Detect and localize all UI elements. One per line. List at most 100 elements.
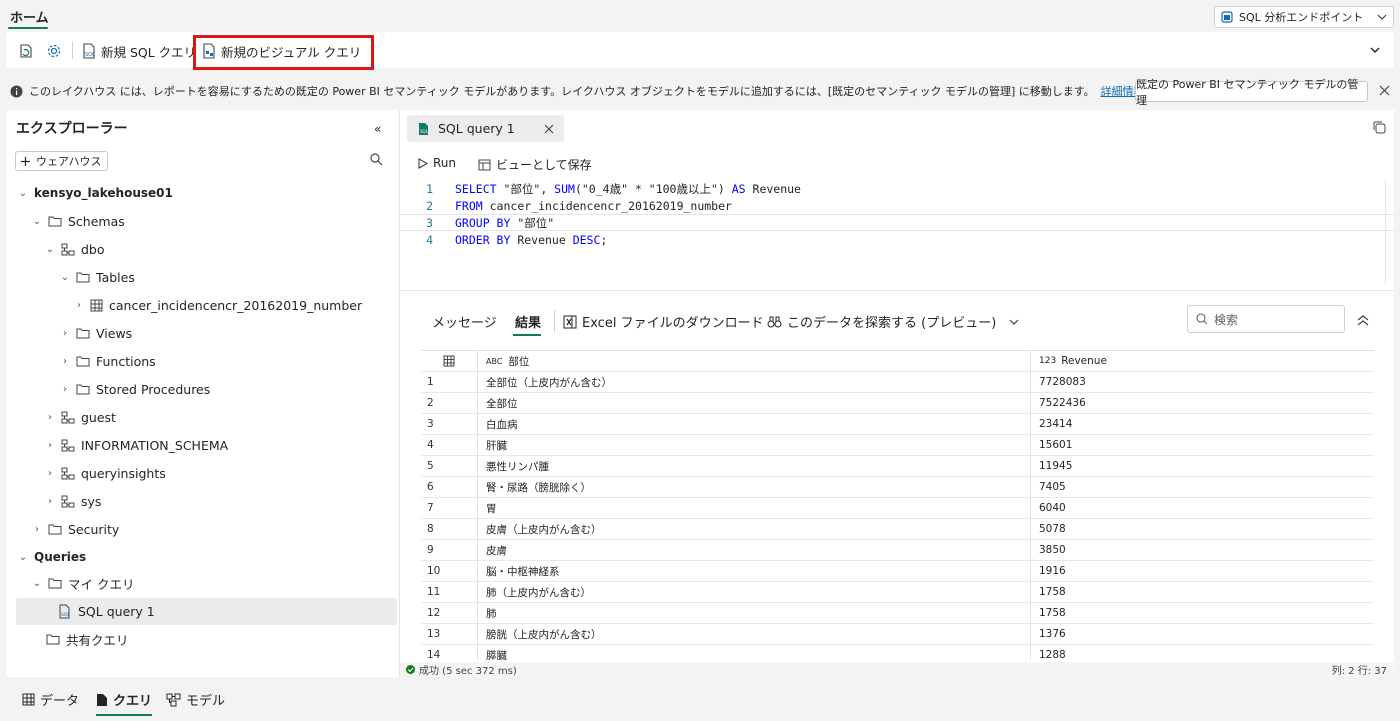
tree-item-table[interactable]: › cancer_incidencencr_20162019_number [74,292,362,318]
cell-revenue[interactable]: 23414 [1031,414,1072,434]
tree-item-dbo[interactable]: ⌄ dbo [45,236,105,262]
refresh-button[interactable] [18,40,34,62]
tree-item-shared-queries[interactable]: 共有クエリ [46,626,129,652]
close-icon[interactable] [544,124,554,134]
cell-part[interactable]: 全部位（上皮内がん含む） [478,372,1031,392]
table-row[interactable]: 3 白血病 23414 [421,414,1374,435]
add-warehouse-button[interactable]: ウェアハウス [15,151,108,171]
explore-data-button[interactable]: このデータを探索する (プレビュー) [767,312,1019,331]
views-label: Views [96,325,133,341]
tab-query[interactable]: クエリ [96,690,152,709]
table-row[interactable]: 11 肺（上皮内がん含む） 1758 [421,582,1374,603]
tree-item-views[interactable]: › Views [60,320,132,346]
table-row[interactable]: 2 全部位 7522436 [421,393,1374,414]
cell-revenue[interactable]: 11945 [1031,456,1072,476]
tree-item-guest[interactable]: › guest [45,404,116,430]
cell-part[interactable]: 皮膚 [478,540,1031,560]
tree-item-queries[interactable]: ⌄ Queries [18,544,86,570]
cell-part[interactable]: 膵臓 [478,645,1031,660]
cell-revenue[interactable]: 1288 [1031,645,1066,660]
editor-splitter[interactable] [400,290,1395,291]
cell-revenue[interactable]: 7728083 [1031,372,1086,392]
cell-revenue[interactable]: 7522436 [1031,393,1086,413]
cell-part[interactable]: 腎・尿路（膀胱除く） [478,477,1031,497]
cell-part[interactable]: 肺 [478,603,1031,623]
cell-revenue[interactable]: 15601 [1031,435,1072,455]
tree-item-stored-procedures[interactable]: › Stored Procedures [60,376,210,402]
cell-revenue[interactable]: 1376 [1031,624,1066,644]
cell-part[interactable]: 胃 [478,498,1031,518]
close-icon[interactable] [1379,85,1390,96]
tree-item-schemas[interactable]: ⌄ Schemas [32,208,125,234]
save-as-view-button[interactable]: ビューとして保存 [478,156,592,173]
column-header-revenue[interactable]: 123 Revenue [1031,351,1107,371]
tree-item-sys[interactable]: › sys [45,488,101,514]
cell-revenue[interactable]: 5078 [1031,519,1066,539]
cell-revenue[interactable]: 1758 [1031,603,1066,623]
cell-part[interactable]: 肝臓 [478,435,1031,455]
table-row[interactable]: 7 胃 6040 [421,498,1374,519]
results-search-input[interactable]: 検索 [1187,305,1345,333]
tab-messages[interactable]: メッセージ [432,312,497,331]
table-row[interactable]: 1 全部位（上皮内がん含む） 7728083 [421,372,1374,393]
cell-part[interactable]: 全部位 [478,393,1031,413]
settings-button[interactable] [46,40,62,62]
tree-item-information-schema[interactable]: › INFORMATION_SCHEMA [45,432,228,458]
table-row[interactable]: 5 悪性リンパ腫 11945 [421,456,1374,477]
gear-icon [46,43,62,59]
table-row[interactable]: 6 腎・尿路（膀胱除く） 7405 [421,477,1374,498]
cell-revenue[interactable]: 3850 [1031,540,1066,560]
sql-code-editor[interactable]: 1 SELECT "部位", SUM ("0_4歳" * "100歳以上") AS … [400,180,1395,248]
table-row[interactable]: 10 脳・中枢神経系 1916 [421,561,1374,582]
table-row[interactable]: 4 肝臓 15601 [421,435,1374,456]
tree-item-functions[interactable]: › Functions [60,348,156,374]
table-row[interactable]: 14 膵臓 1288 [421,645,1374,660]
tab-data[interactable]: データ [22,690,79,709]
tab-home[interactable]: ホーム [10,7,49,26]
chevron-right-icon: › [63,355,67,367]
endpoint-selector[interactable]: SQL 分析エンドポイント [1214,6,1394,28]
tab-model[interactable]: モデル [166,690,225,709]
tree-item-tables[interactable]: ⌄ Tables [60,264,135,290]
cell-part[interactable]: 肺（上皮内がん含む） [478,582,1031,602]
play-icon [418,157,428,169]
table-row[interactable]: 12 肺 1758 [421,603,1374,624]
table-icon [421,351,478,371]
cell-part[interactable]: 皮膚（上皮内がん含む） [478,519,1031,539]
cell-revenue[interactable]: 7405 [1031,477,1066,497]
cell-revenue[interactable]: 1758 [1031,582,1066,602]
cell-revenue[interactable]: 6040 [1031,498,1066,518]
tree-item-security[interactable]: › Security [32,516,119,542]
excel-download-button[interactable]: Excel ファイルのダウンロード [563,312,764,331]
tables-label: Tables [96,269,135,285]
manage-semantic-model-button[interactable]: 既定の Power BI セマンティック モデルの管理 [1135,78,1368,107]
run-button[interactable]: Run [418,156,456,170]
tab-results[interactable]: 結果 [515,312,541,331]
search-icon[interactable] [370,153,383,166]
divider [554,310,555,332]
chevron-down-icon[interactable] [1370,45,1380,55]
chevron-up-icon[interactable] [1357,314,1369,326]
cell-part[interactable]: 膀胱（上皮内がん含む） [478,624,1031,644]
tree-item-lakehouse[interactable]: ⌄ kensyo_lakehouse01 [18,180,173,206]
copy-icon[interactable] [1372,120,1386,134]
results-grid[interactable]: ABC 部位 123 Revenue 1 全部位（上皮内がん含む） 7728083 2 全部… [421,350,1374,660]
column-header-part[interactable]: ABC 部位 [478,351,1031,371]
new-sql-query-button[interactable]: SQL 新規 SQL クエリ [82,40,196,62]
cell-part[interactable]: 白血病 [478,414,1031,434]
cell-revenue[interactable]: 1916 [1031,561,1066,581]
tab-sql-query-1[interactable]: SQL SQL query 1 [407,115,564,142]
tree-item-my-queries[interactable]: ⌄ マイ クエリ [32,570,135,596]
cell-part[interactable]: 脳・中枢神経系 [478,561,1031,581]
editor-scrollbar[interactable] [1385,180,1395,284]
tree-item-queryinsights[interactable]: › queryinsights [45,460,166,486]
table-row[interactable]: 13 膀胱（上皮内がん含む） 1376 [421,624,1374,645]
chevron-right-icon: › [63,383,67,395]
sql-query-1-label: SQL query 1 [78,603,155,619]
tree-item-sql-query-1[interactable]: SQL SQL query 1 [58,598,155,624]
table-row[interactable]: 8 皮膚（上皮内がん含む） 5078 [421,519,1374,540]
table-row[interactable]: 9 皮膚 3850 [421,540,1374,561]
cell-part[interactable]: 悪性リンパ腫 [478,456,1031,476]
search-icon [1196,313,1208,325]
collapse-panel-icon[interactable]: « [374,122,381,136]
